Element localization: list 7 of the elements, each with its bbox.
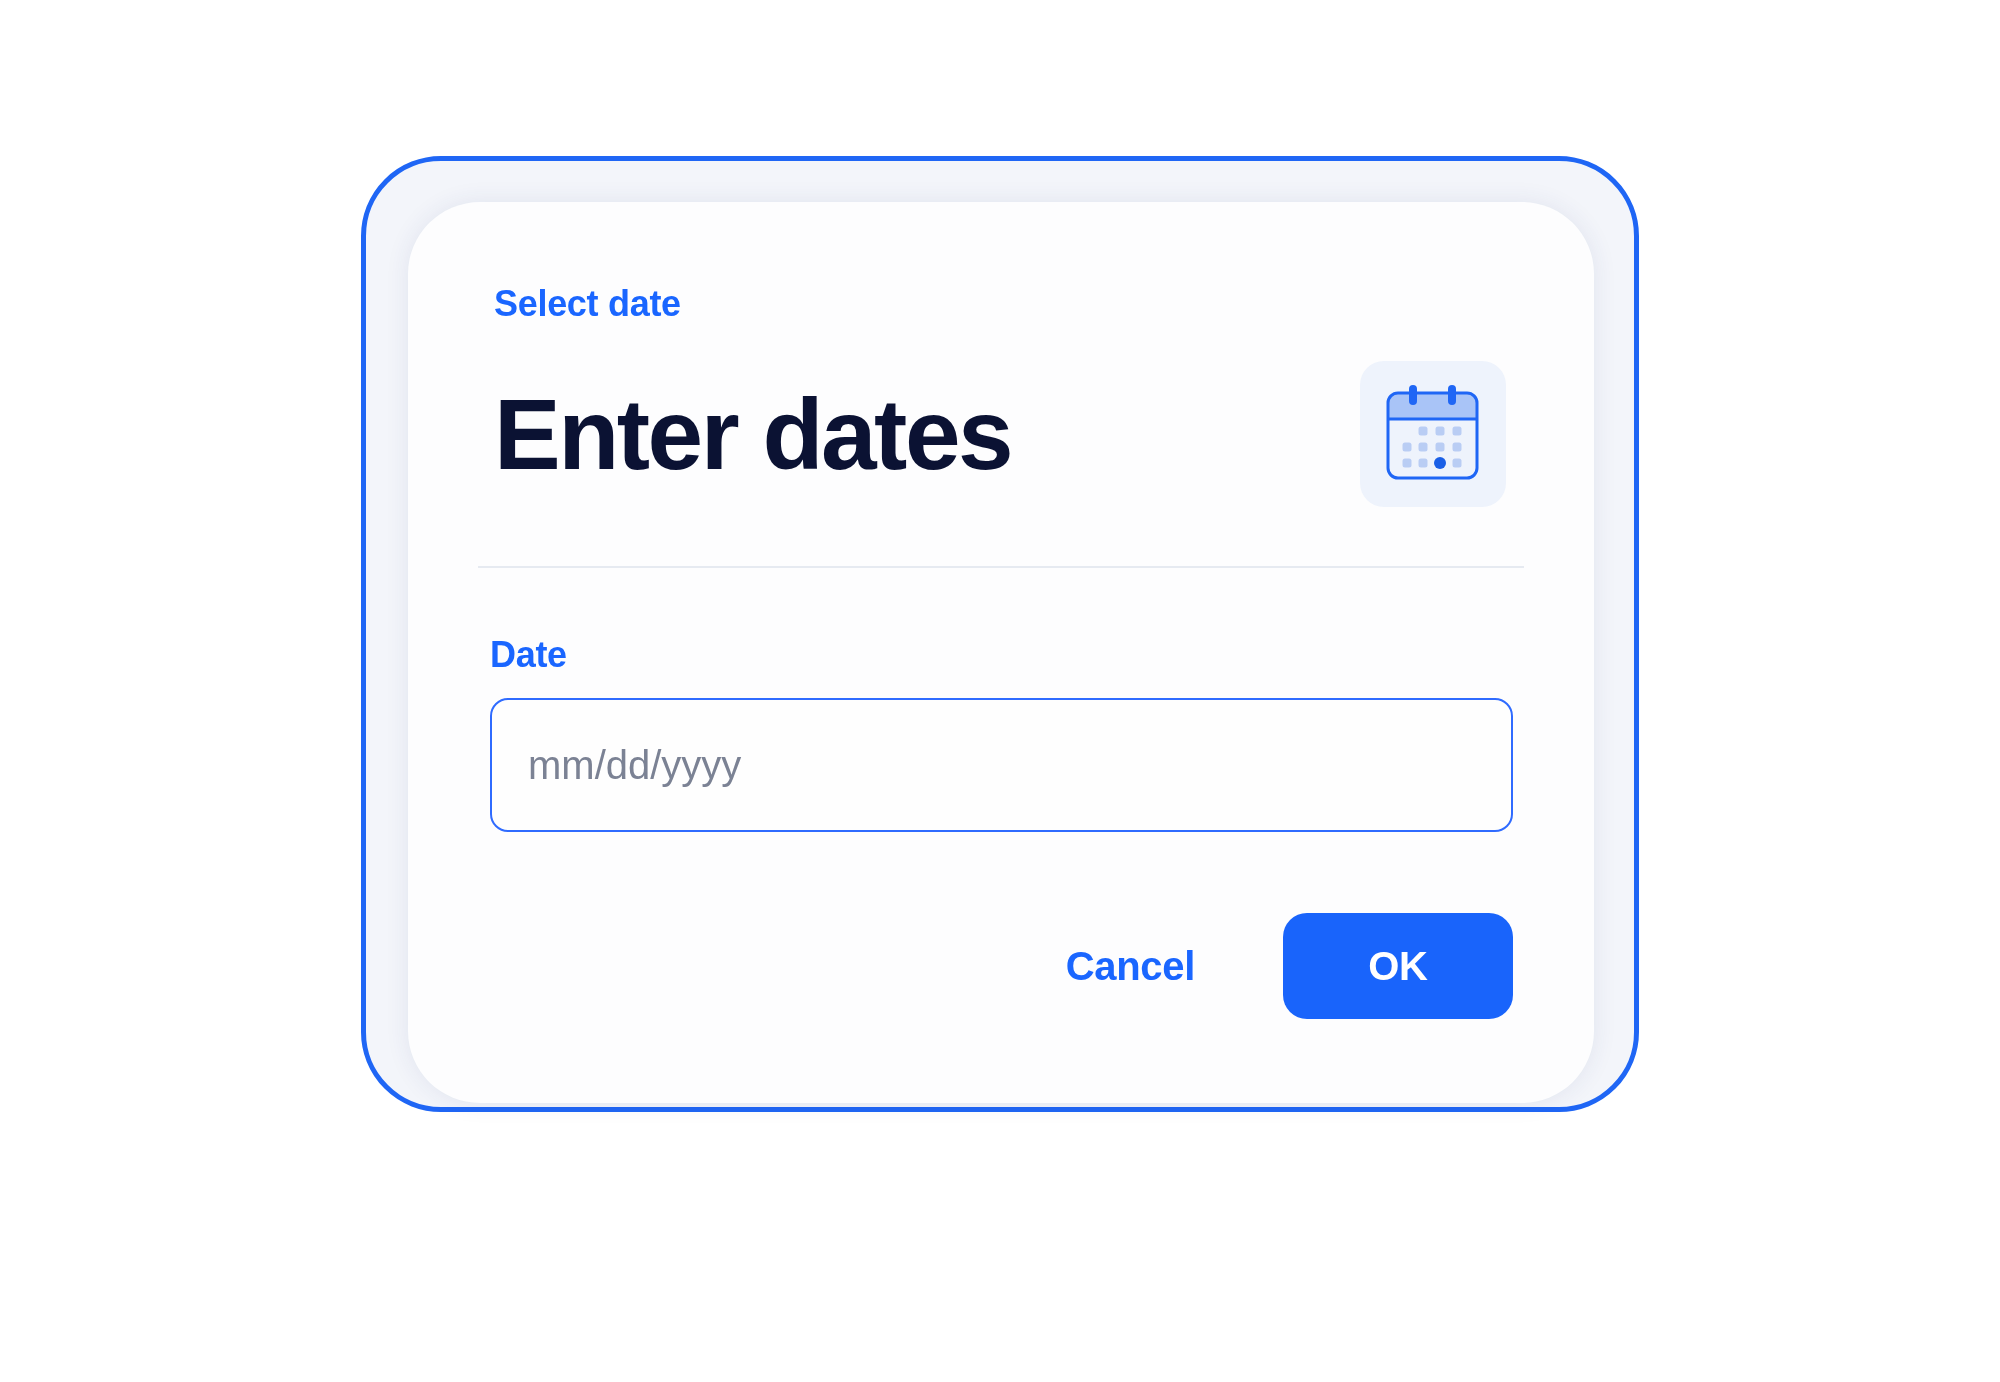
field-label: Date (490, 633, 567, 677)
ok-button[interactable]: OK (1283, 913, 1513, 1019)
dialog-title: Enter dates (494, 377, 1012, 492)
calendar-icon (1360, 361, 1506, 507)
date-input-field[interactable]: mm/dd/yyyy (490, 698, 1513, 832)
dialog-eyebrow-label: Select date (494, 282, 681, 326)
cancel-button[interactable]: Cancel (1057, 933, 1203, 999)
